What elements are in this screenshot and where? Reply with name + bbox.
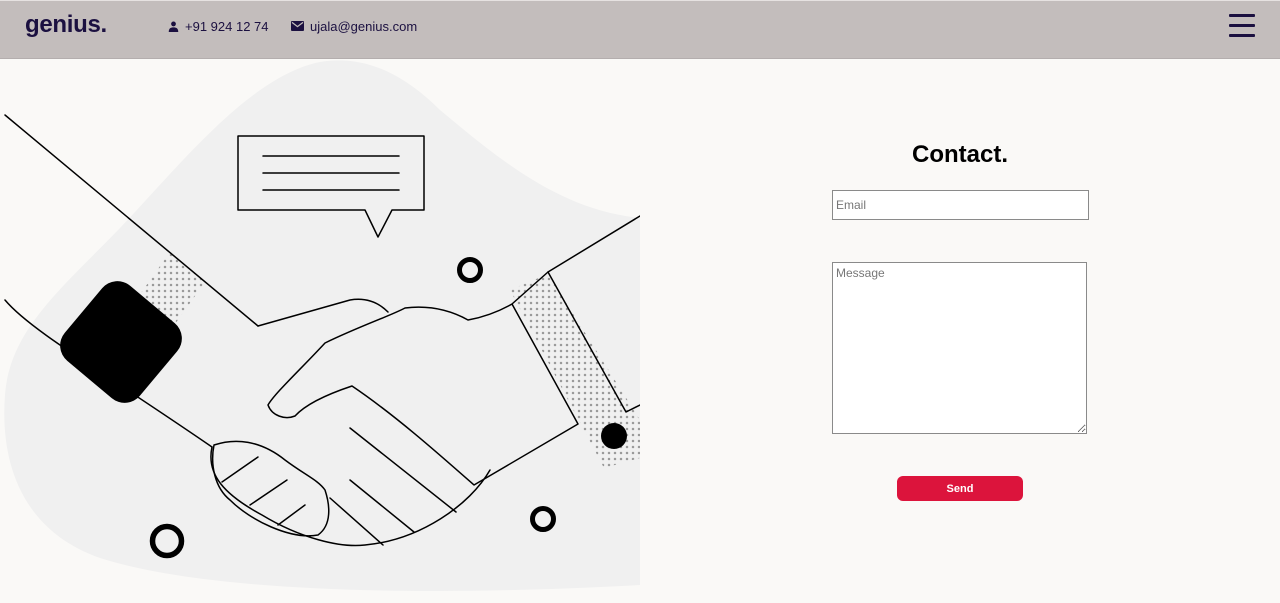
handshake-illustration [0,60,641,599]
email-field[interactable] [832,190,1089,220]
menu-line-top [1229,14,1255,17]
send-button[interactable]: Send [897,476,1023,501]
handshake-artwork [4,60,641,599]
phone-contact: +91 924 12 74 [168,17,269,35]
phone-number: +91 924 12 74 [185,18,269,34]
menu-line-bottom [1229,34,1255,37]
email-contact: ujala@genius.com [291,17,417,35]
menu-line-middle [1229,24,1255,27]
cufflink [601,423,627,449]
message-field[interactable] [832,262,1087,434]
brand-logo[interactable]: genius. [25,11,107,39]
email-address: ujala@genius.com [310,18,418,34]
person-icon [168,21,179,32]
hamburger-menu-icon[interactable] [1227,13,1257,39]
envelope-icon [291,21,304,31]
contact-title: Contact. [912,141,1008,168]
navbar: genius. +91 924 12 74 ujala@genius.com [0,0,1280,59]
contact-section: Contact. Send [640,60,1280,598]
